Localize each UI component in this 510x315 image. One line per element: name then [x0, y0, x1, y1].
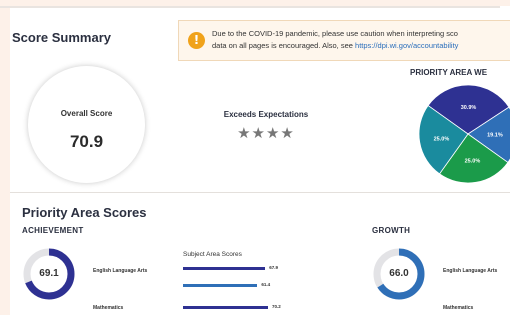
subject-bar[interactable]: [183, 284, 258, 287]
score-summary-title: Score Summary: [12, 30, 111, 45]
growth-label: GROWTH: [372, 226, 411, 235]
accountability-link[interactable]: https://dpi.wi.gov/accountability: [355, 41, 458, 50]
covid-alert: ! Due to the COVID-19 pandemic, please u…: [178, 20, 510, 61]
alert-line-2: data on all pages is encouraged. Also, s…: [212, 40, 510, 52]
pie-title: PRIORITY AREA WE: [410, 68, 488, 77]
achievement-subject-ela: English Language Arts: [93, 268, 148, 274]
overall-score-value: 70.9: [69, 132, 104, 151]
pie-slice-label: 19.1%: [487, 133, 503, 139]
achievement-label: ACHIEVEMENT: [22, 226, 84, 235]
overall-score-circle: Overall Score 70.9: [28, 66, 145, 183]
achievement-subject-math: Mathematics: [93, 305, 124, 311]
growth-score-value: 66.0: [389, 268, 409, 279]
alert-line-2-text: data on all pages is encouraged. Also, s…: [212, 41, 356, 50]
subject-bars-title: Subject Area Scores: [183, 251, 242, 258]
growth-subject-ela: English Language Arts: [443, 268, 498, 274]
priority-area-title: Priority Area Scores: [22, 205, 147, 220]
subject-bar[interactable]: [183, 267, 266, 270]
pie-slice-label: 25.0%: [465, 159, 481, 165]
top-border: [0, 6, 500, 8]
exclamation-icon: !: [188, 32, 205, 49]
rating-label: Exceeds Expectations: [223, 110, 309, 119]
alert-text: Due to the COVID-19 pandemic, please use…: [212, 28, 510, 52]
achievement-score-value: 69.1: [39, 268, 59, 279]
subject-bar[interactable]: [183, 306, 268, 309]
star-rating: ★★★★: [237, 124, 295, 142]
priority-pie-chart: 30.9% 19.1% 25.0% 25.0%: [418, 84, 510, 184]
pie-slice-label: 30.9%: [461, 105, 477, 111]
pie-slice-label: 25.0%: [434, 136, 450, 142]
overall-score-label: Overall Score: [60, 109, 113, 118]
subject-bar-value: 67.9: [269, 265, 278, 270]
subject-bar-value: 61.4: [261, 282, 271, 287]
growth-subject-math: Mathematics: [443, 305, 474, 311]
alert-line-1: Due to the COVID-19 pandemic, please use…: [212, 29, 458, 38]
section-divider: [10, 192, 510, 193]
subject-bar-value: 70.2: [272, 304, 281, 309]
